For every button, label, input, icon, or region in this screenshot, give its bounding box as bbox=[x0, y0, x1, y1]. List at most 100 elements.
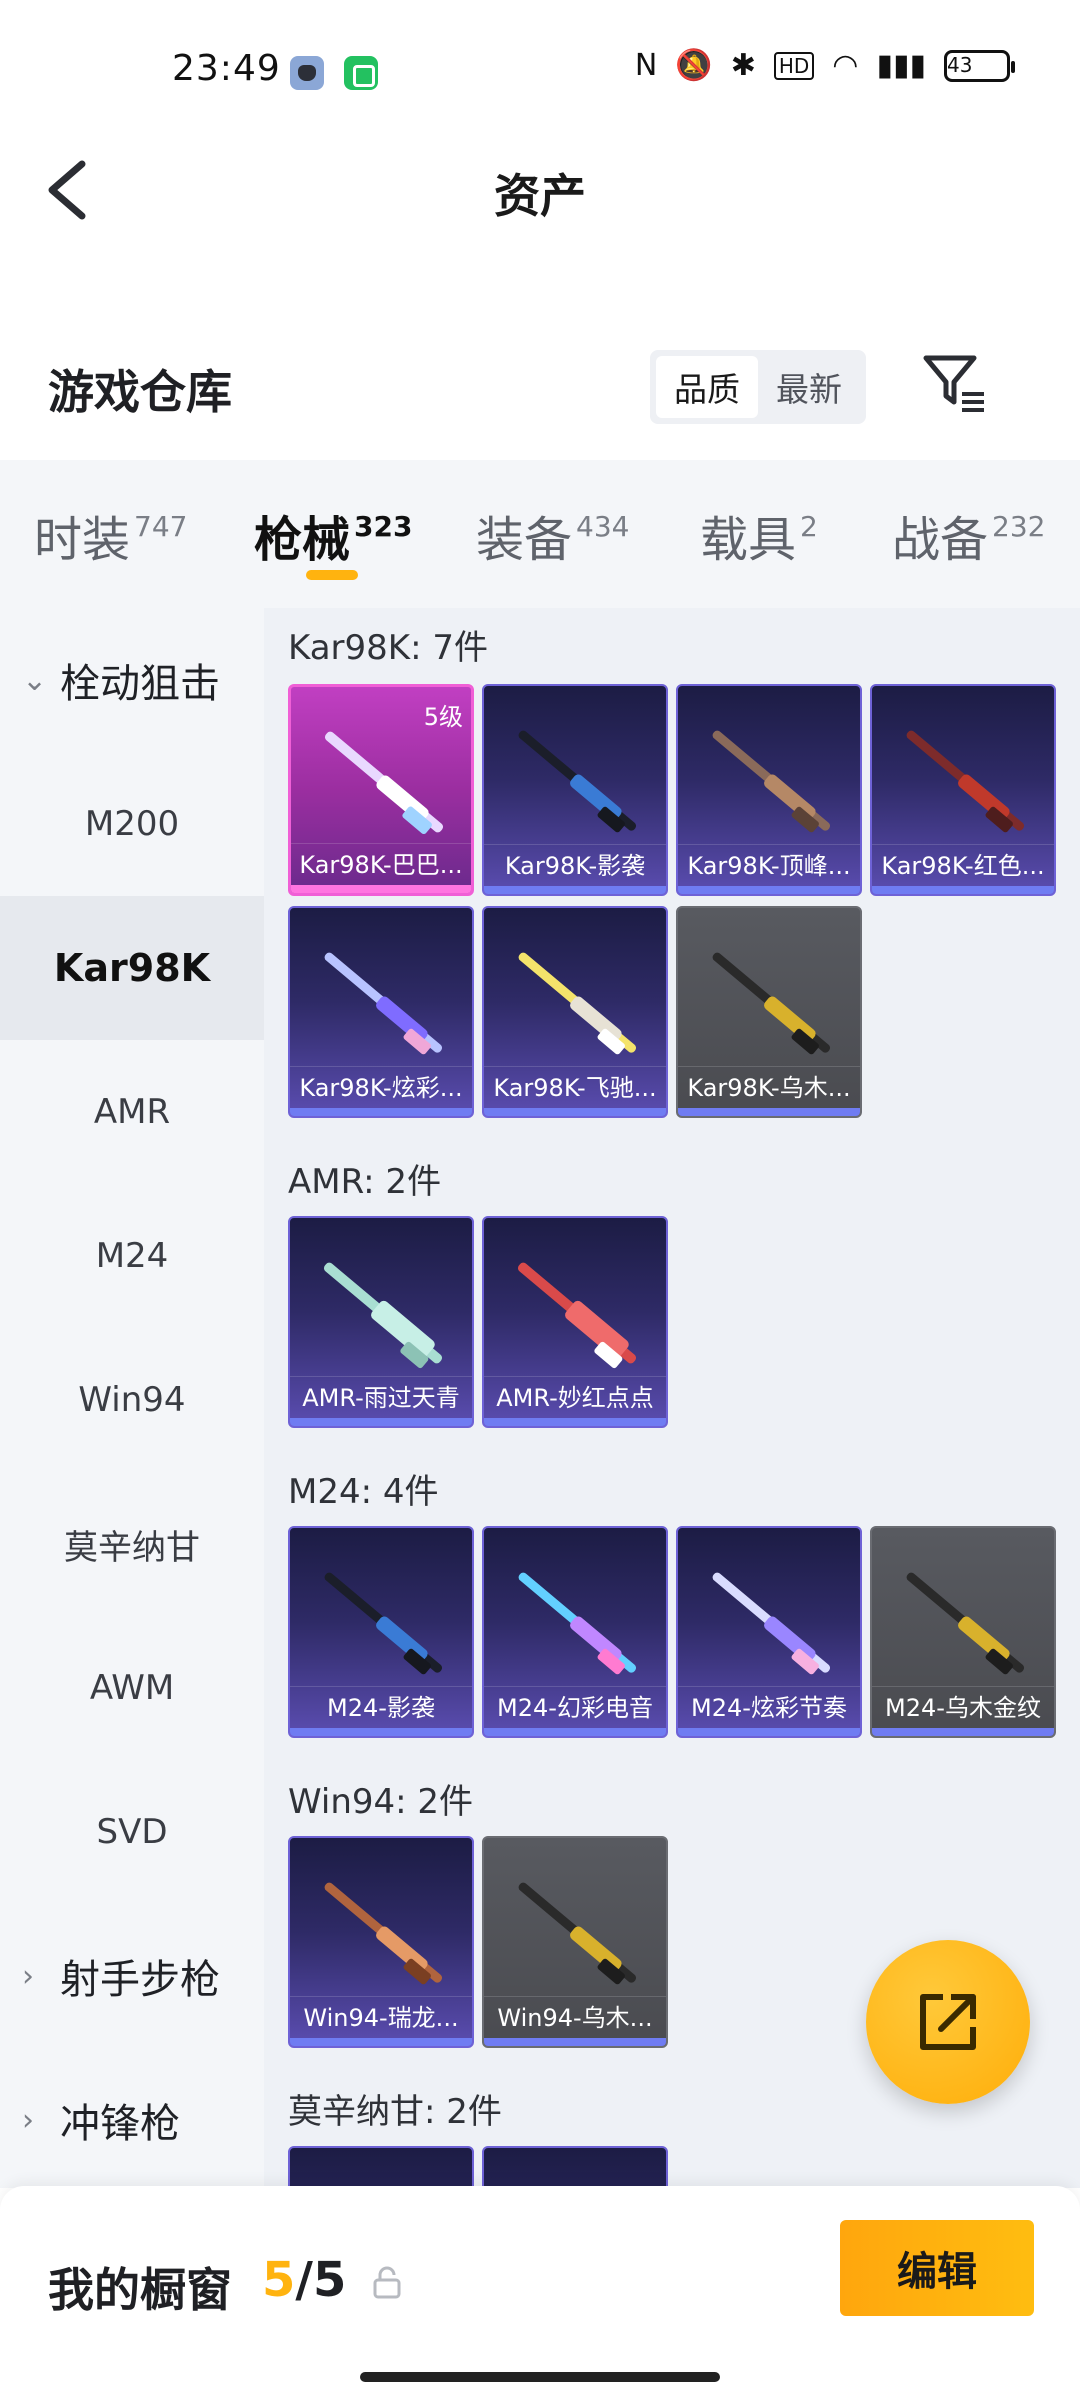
rarity-bar bbox=[290, 1418, 472, 1426]
tab-count: 434 bbox=[576, 510, 630, 543]
weapon-card[interactable]: M24-炫彩节奏 bbox=[676, 1526, 862, 1738]
weapon-name: AMR-雨过天青 bbox=[290, 1376, 472, 1418]
showcase-current: 5 bbox=[262, 2252, 296, 2308]
weapon-name: Win94-乌木... bbox=[484, 1996, 666, 2038]
sidebar-item-awm[interactable]: AWM bbox=[0, 1616, 264, 1760]
share-button[interactable] bbox=[866, 1940, 1030, 2104]
rifle-icon bbox=[518, 1572, 637, 1675]
weapon-card[interactable]: M24-乌木金纹 bbox=[870, 1526, 1056, 1738]
weapon-name: M24-影袭 bbox=[290, 1686, 472, 1728]
tab-guns[interactable]: 枪械 323 bbox=[254, 500, 412, 570]
rarity-bar bbox=[872, 886, 1054, 894]
rarity-bar bbox=[872, 1728, 1054, 1736]
tab-count: 232 bbox=[992, 510, 1046, 543]
tab-label: 载具 bbox=[700, 512, 797, 568]
rifle-icon bbox=[324, 731, 444, 835]
sidebar-item-mosin[interactable]: 莫辛纳甘 bbox=[0, 1472, 264, 1616]
weapon-name: Kar98K-巴巴... bbox=[291, 843, 471, 885]
wifi-icon: ◠ bbox=[832, 48, 859, 83]
tab-count: 323 bbox=[354, 510, 413, 543]
tab-fashion[interactable]: 时装 747 bbox=[34, 500, 187, 570]
rifle-icon bbox=[906, 1572, 1025, 1675]
weapon-card[interactable]: M24-影袭 bbox=[288, 1526, 474, 1738]
weapon-card[interactable]: AMR-雨过天青 bbox=[288, 1216, 474, 1428]
home-indicator[interactable] bbox=[360, 2372, 720, 2382]
tab-vehicles[interactable]: 载具 2 bbox=[700, 500, 818, 570]
weapon-card[interactable]: M24-幻彩电音 bbox=[482, 1526, 668, 1738]
sidebar-item-win94[interactable]: Win94 bbox=[0, 1328, 264, 1472]
rarity-bar bbox=[484, 1108, 666, 1116]
tab-label: 装备 bbox=[476, 512, 573, 568]
status-icons: N 🔕 ✱ HD ◠ ▮▮▮ 43 bbox=[634, 48, 1015, 83]
cat-app-icon bbox=[290, 56, 324, 90]
rarity-bar bbox=[484, 2038, 666, 2046]
weapon-name: M24-乌木金纹 bbox=[872, 1686, 1054, 1728]
weapon-card[interactable]: Kar98K-乌木... bbox=[676, 906, 862, 1118]
hd-icon: HD bbox=[773, 51, 815, 80]
tab-supplies[interactable]: 战备 232 bbox=[892, 500, 1045, 570]
weapon-card[interactable]: Kar98K-顶峰... bbox=[676, 684, 862, 896]
weapon-name: M24-炫彩节奏 bbox=[678, 1686, 860, 1728]
weapon-card[interactable]: 5级 Kar98K-巴巴... bbox=[288, 684, 474, 896]
rifle-icon bbox=[518, 730, 637, 833]
rarity-bar bbox=[291, 885, 471, 893]
rifle-icon bbox=[324, 952, 443, 1055]
page-title: 资产 bbox=[494, 169, 586, 223]
nfc-icon: N bbox=[634, 48, 658, 83]
sidebar-group-marksman[interactable]: › 射手步枪 bbox=[0, 1904, 264, 2048]
sort-latest-button[interactable]: 最新 bbox=[758, 356, 860, 418]
rifle-icon bbox=[323, 1262, 443, 1369]
sort-toggle: 品质 最新 bbox=[650, 350, 866, 424]
showcase-count: 5/5 bbox=[262, 2252, 346, 2308]
showcase-total: 5 bbox=[312, 2252, 347, 2308]
showcase-separator: / bbox=[295, 2252, 313, 2308]
rifle-icon bbox=[712, 1572, 831, 1675]
rarity-bar bbox=[678, 1728, 860, 1736]
sort-quality-button[interactable]: 品质 bbox=[656, 356, 758, 418]
sidebar-item-amr[interactable]: AMR bbox=[0, 1040, 264, 1184]
chevron-down-icon: ⌄ bbox=[22, 662, 48, 698]
weapon-card[interactable]: Win94-瑞龙... bbox=[288, 1836, 474, 2048]
rifle-icon bbox=[518, 1882, 637, 1985]
signal-icon: ▮▮▮ bbox=[876, 48, 926, 83]
weapon-card[interactable] bbox=[288, 2146, 474, 2188]
sidebar-group-bolt-action[interactable]: ⌄ 栓动狙击 bbox=[0, 608, 264, 752]
rarity-bar bbox=[484, 1728, 666, 1736]
sidebar-group-smg[interactable]: › 冲锋枪 bbox=[0, 2048, 264, 2188]
sidebar-group-label: 射手步枪 bbox=[60, 1957, 220, 2003]
weapon-name: Kar98K-飞驰... bbox=[484, 1066, 666, 1108]
weapon-card[interactable] bbox=[482, 2146, 668, 2188]
tab-label: 枪械 bbox=[254, 512, 351, 568]
chevron-right-icon: › bbox=[22, 2102, 34, 2138]
rifle-icon bbox=[324, 1572, 443, 1675]
sidebar-item-m200[interactable]: M200 bbox=[0, 752, 264, 896]
weapon-card[interactable]: Kar98K-炫彩... bbox=[288, 906, 474, 1118]
section-title-mosin: 莫辛纳甘: 2件 bbox=[288, 2092, 502, 2132]
weapon-card[interactable]: Kar98K-影袭 bbox=[482, 684, 668, 896]
rifle-icon bbox=[712, 730, 831, 833]
rarity-bar bbox=[678, 886, 860, 894]
rarity-bar bbox=[290, 1108, 472, 1116]
tab-count: 747 bbox=[134, 510, 188, 543]
sidebar-item-m24[interactable]: M24 bbox=[0, 1184, 264, 1328]
weapon-card[interactable]: Win94-乌木... bbox=[482, 1836, 668, 2048]
rarity-bar bbox=[678, 1108, 860, 1116]
sidebar-item-kar98k[interactable]: Kar98K bbox=[0, 896, 264, 1040]
section-title-win94: Win94: 2件 bbox=[288, 1782, 474, 1822]
sidebar-item-svd[interactable]: SVD bbox=[0, 1760, 264, 1904]
edit-button[interactable]: 编辑 bbox=[840, 2220, 1034, 2316]
rarity-bar bbox=[484, 1418, 666, 1426]
weapon-name: Kar98K-炫彩... bbox=[290, 1066, 472, 1108]
chevron-right-icon: › bbox=[22, 1958, 34, 1994]
weapon-card[interactable]: AMR-妙红点点 bbox=[482, 1216, 668, 1428]
weapon-name: Kar98K-乌木... bbox=[678, 1066, 860, 1108]
weapon-name: Kar98K-红色... bbox=[872, 844, 1054, 886]
wechat-app-icon bbox=[344, 56, 378, 90]
weapon-name: Kar98K-影袭 bbox=[484, 844, 666, 886]
weapon-name: AMR-妙红点点 bbox=[484, 1376, 666, 1418]
weapon-card[interactable]: Kar98K-飞驰... bbox=[482, 906, 668, 1118]
filter-button[interactable] bbox=[922, 352, 988, 418]
mute-icon: 🔕 bbox=[675, 48, 713, 83]
tab-equipment[interactable]: 装备 434 bbox=[476, 500, 629, 570]
weapon-card[interactable]: Kar98K-红色... bbox=[870, 684, 1056, 896]
